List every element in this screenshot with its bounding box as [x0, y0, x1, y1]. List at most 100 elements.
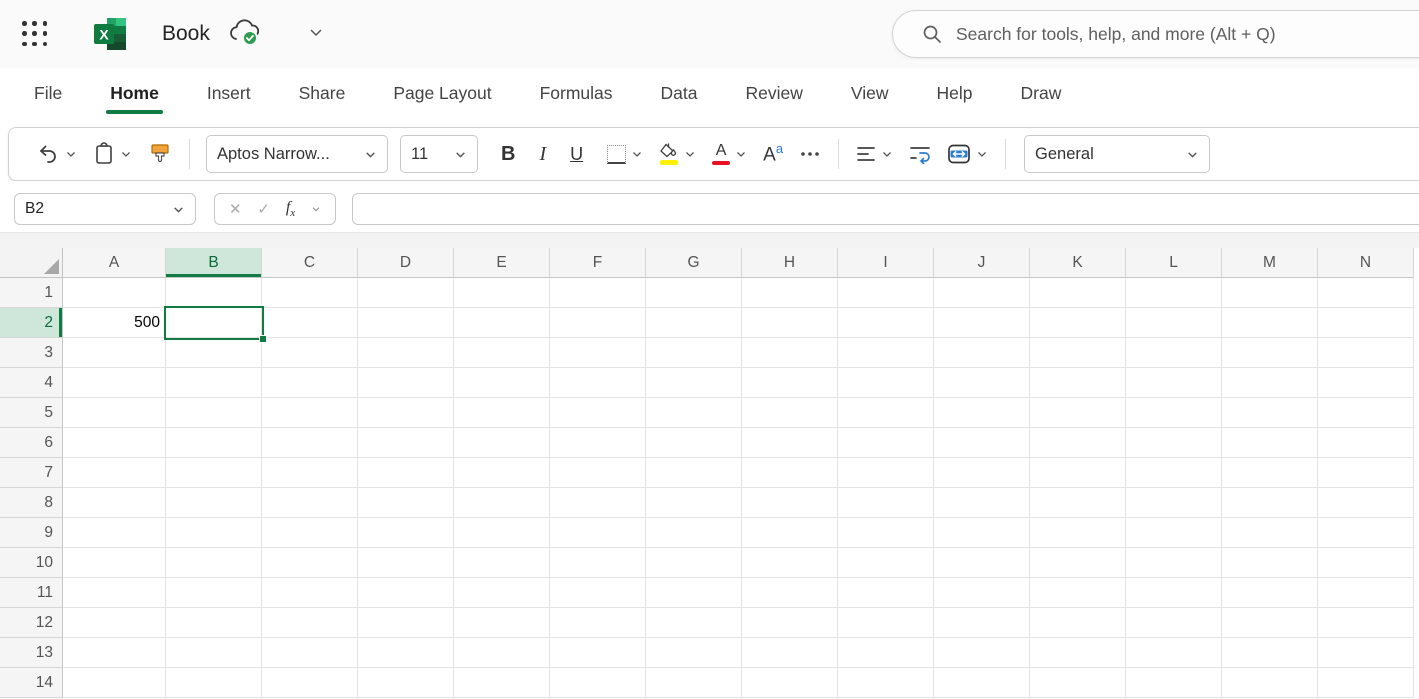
cell-A8[interactable] — [63, 488, 166, 518]
cell-L7[interactable] — [1126, 458, 1222, 488]
cell-M3[interactable] — [1222, 338, 1318, 368]
cell-D11[interactable] — [358, 578, 454, 608]
cell-M5[interactable] — [1222, 398, 1318, 428]
cell-F6[interactable] — [550, 428, 646, 458]
cell-D13[interactable] — [358, 638, 454, 668]
cell-I11[interactable] — [838, 578, 934, 608]
row-header-12[interactable]: 12 — [0, 608, 63, 638]
cell-I14[interactable] — [838, 668, 934, 698]
cell-N9[interactable] — [1318, 518, 1414, 548]
bold-button[interactable]: B — [494, 137, 522, 172]
document-title[interactable]: Book — [162, 22, 210, 46]
cell-H2[interactable] — [742, 308, 838, 338]
cell-H8[interactable] — [742, 488, 838, 518]
menu-item-file[interactable]: File — [32, 79, 64, 112]
cell-I9[interactable] — [838, 518, 934, 548]
cell-L5[interactable] — [1126, 398, 1222, 428]
row-header-2[interactable]: 2 — [0, 308, 63, 338]
cell-A12[interactable] — [63, 608, 166, 638]
cell-J13[interactable] — [934, 638, 1030, 668]
cell-N11[interactable] — [1318, 578, 1414, 608]
search-input[interactable] — [956, 24, 1419, 45]
cell-J4[interactable] — [934, 368, 1030, 398]
menu-item-view[interactable]: View — [849, 79, 891, 112]
cell-D3[interactable] — [358, 338, 454, 368]
row-header-14[interactable]: 14 — [0, 668, 63, 698]
cell-D8[interactable] — [358, 488, 454, 518]
column-header-C[interactable]: C — [262, 248, 358, 278]
cell-A14[interactable] — [63, 668, 166, 698]
cell-G8[interactable] — [646, 488, 742, 518]
cell-A10[interactable] — [63, 548, 166, 578]
column-header-M[interactable]: M — [1222, 248, 1318, 278]
column-header-B[interactable]: B — [166, 248, 262, 278]
merge-cells-button[interactable] — [940, 138, 995, 170]
italic-button[interactable]: I — [532, 137, 553, 172]
confirm-entry-button[interactable]: ✓ — [257, 200, 270, 218]
cell-E9[interactable] — [454, 518, 550, 548]
cell-G3[interactable] — [646, 338, 742, 368]
cell-C11[interactable] — [262, 578, 358, 608]
excel-logo-icon[interactable]: X — [92, 16, 128, 52]
cell-F12[interactable] — [550, 608, 646, 638]
undo-button[interactable] — [29, 136, 84, 172]
cell-H14[interactable] — [742, 668, 838, 698]
cell-K13[interactable] — [1030, 638, 1126, 668]
cell-J12[interactable] — [934, 608, 1030, 638]
cell-G12[interactable] — [646, 608, 742, 638]
cell-N6[interactable] — [1318, 428, 1414, 458]
more-font-options-button[interactable] — [792, 144, 828, 164]
cell-N2[interactable] — [1318, 308, 1414, 338]
cell-A2[interactable]: 500 — [63, 308, 166, 338]
cell-J6[interactable] — [934, 428, 1030, 458]
cell-E10[interactable] — [454, 548, 550, 578]
column-header-F[interactable]: F — [550, 248, 646, 278]
cell-N10[interactable] — [1318, 548, 1414, 578]
cell-M8[interactable] — [1222, 488, 1318, 518]
cell-I12[interactable] — [838, 608, 934, 638]
cell-M1[interactable] — [1222, 278, 1318, 308]
cell-L12[interactable] — [1126, 608, 1222, 638]
cell-K6[interactable] — [1030, 428, 1126, 458]
cell-A5[interactable] — [63, 398, 166, 428]
cell-M7[interactable] — [1222, 458, 1318, 488]
cell-C2[interactable] — [262, 308, 358, 338]
cell-L1[interactable] — [1126, 278, 1222, 308]
cell-F13[interactable] — [550, 638, 646, 668]
cell-C9[interactable] — [262, 518, 358, 548]
cell-G10[interactable] — [646, 548, 742, 578]
number-format-select[interactable]: General — [1024, 135, 1210, 173]
cell-D1[interactable] — [358, 278, 454, 308]
row-header-13[interactable]: 13 — [0, 638, 63, 668]
cell-L9[interactable] — [1126, 518, 1222, 548]
cell-I1[interactable] — [838, 278, 934, 308]
row-header-5[interactable]: 5 — [0, 398, 63, 428]
cell-J9[interactable] — [934, 518, 1030, 548]
cell-H13[interactable] — [742, 638, 838, 668]
cell-C3[interactable] — [262, 338, 358, 368]
cell-B6[interactable] — [166, 428, 262, 458]
cell-D5[interactable] — [358, 398, 454, 428]
cell-C7[interactable] — [262, 458, 358, 488]
cell-B1[interactable] — [166, 278, 262, 308]
autosave-saved-icon[interactable] — [226, 17, 264, 51]
cell-B3[interactable] — [166, 338, 262, 368]
cell-L3[interactable] — [1126, 338, 1222, 368]
column-header-N[interactable]: N — [1318, 248, 1414, 278]
format-painter-button[interactable] — [141, 136, 179, 172]
cell-N5[interactable] — [1318, 398, 1414, 428]
cell-K12[interactable] — [1030, 608, 1126, 638]
menu-item-insert[interactable]: Insert — [205, 79, 253, 112]
cell-A11[interactable] — [63, 578, 166, 608]
cell-N7[interactable] — [1318, 458, 1414, 488]
cell-B12[interactable] — [166, 608, 262, 638]
cell-E12[interactable] — [454, 608, 550, 638]
cell-L6[interactable] — [1126, 428, 1222, 458]
cell-H9[interactable] — [742, 518, 838, 548]
cell-E2[interactable] — [454, 308, 550, 338]
cell-B4[interactable] — [166, 368, 262, 398]
cell-F4[interactable] — [550, 368, 646, 398]
cell-M13[interactable] — [1222, 638, 1318, 668]
cell-B11[interactable] — [166, 578, 262, 608]
column-header-D[interactable]: D — [358, 248, 454, 278]
